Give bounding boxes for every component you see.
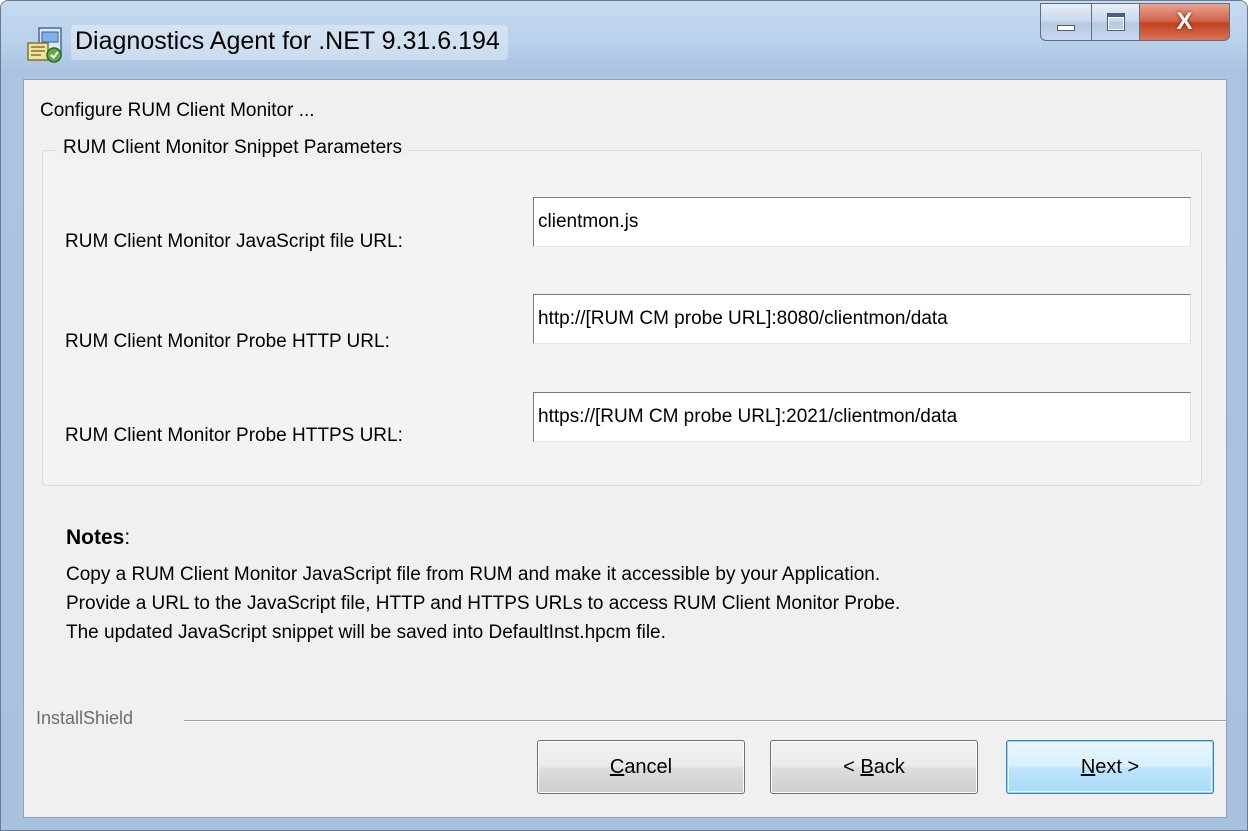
installer-app-icon: [27, 27, 62, 63]
next-label: ext >: [1095, 755, 1140, 778]
title-bar[interactable]: Diagnostics Agent for .NET 9.31.6.194 X: [1, 1, 1247, 79]
notes-section: Notes: Copy a RUM Client Monitor JavaScr…: [66, 526, 1206, 647]
js-file-url-label: RUM Client Monitor JavaScript file URL:: [65, 231, 403, 252]
close-icon: X: [1176, 8, 1193, 35]
back-label: ack: [873, 755, 905, 778]
maximize-button[interactable]: [1092, 3, 1140, 41]
probe-https-url-input[interactable]: [533, 392, 1191, 442]
snippet-parameters-group: RUM Client Monitor Snippet Parameters RU…: [42, 137, 1202, 486]
maximize-icon: [1106, 13, 1125, 31]
caption-buttons: X: [1040, 3, 1230, 41]
footer-divider: [184, 720, 1226, 722]
step-title: Configure RUM Client Monitor ...: [40, 100, 315, 121]
installshield-branding: InstallShield: [36, 708, 1226, 730]
installshield-label: InstallShield: [36, 708, 134, 728]
notes-title-colon: :: [124, 526, 131, 549]
js-file-url-input[interactable]: [533, 197, 1191, 247]
probe-https-url-label: RUM Client Monitor Probe HTTPS URL:: [65, 425, 403, 446]
probe-http-url-input[interactable]: [533, 294, 1191, 344]
cancel-mnemonic: C: [609, 755, 625, 778]
notes-line: Copy a RUM Client Monitor JavaScript fil…: [66, 564, 881, 585]
close-button[interactable]: X: [1140, 3, 1230, 41]
minimize-button[interactable]: [1040, 3, 1092, 41]
installer-window: Diagnostics Agent for .NET 9.31.6.194 X …: [0, 0, 1248, 831]
notes-line: The updated JavaScript snippet will be s…: [66, 622, 666, 643]
next-mnemonic: N: [1080, 755, 1096, 778]
back-mnemonic: B: [860, 755, 874, 778]
probe-http-url-label: RUM Client Monitor Probe HTTP URL:: [65, 331, 390, 352]
minimize-icon: [1057, 25, 1075, 31]
next-button[interactable]: Next >: [1006, 740, 1214, 794]
back-prefix: <: [843, 755, 861, 778]
dialog-body: Configure RUM Client Monitor ... RUM Cli…: [23, 79, 1227, 818]
window-title: Diagnostics Agent for .NET 9.31.6.194: [71, 25, 508, 60]
cancel-label: ancel: [624, 755, 673, 778]
back-button[interactable]: < Back: [770, 740, 978, 794]
cancel-button[interactable]: Cancel: [537, 740, 745, 794]
group-legend: RUM Client Monitor Snippet Parameters: [57, 137, 408, 159]
notes-title: Notes:: [66, 526, 1206, 550]
notes-line: Provide a URL to the JavaScript file, HT…: [66, 593, 901, 614]
notes-title-text: Notes: [66, 526, 125, 549]
